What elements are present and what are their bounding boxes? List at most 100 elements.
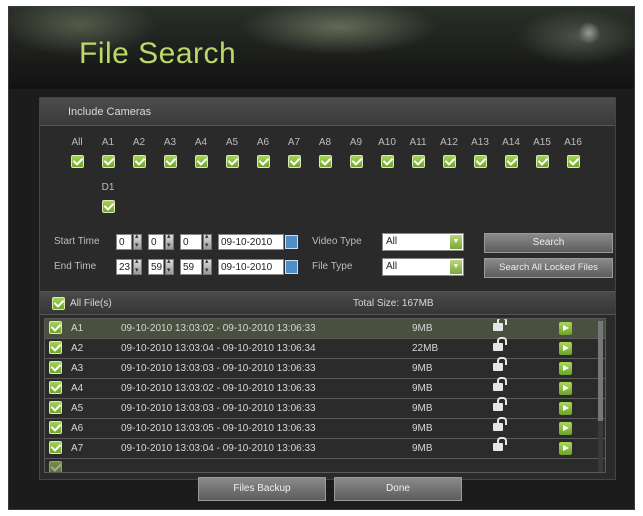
checkbox-icon[interactable] bbox=[49, 401, 62, 414]
checkbox-icon[interactable] bbox=[49, 361, 62, 374]
camera-a5[interactable]: A5 bbox=[217, 136, 247, 171]
camera-a15[interactable]: A15 bbox=[527, 136, 557, 171]
start-second-field[interactable]: 0 bbox=[180, 234, 202, 250]
camera-a1[interactable]: A1 bbox=[93, 136, 123, 171]
camera-a12[interactable]: A12 bbox=[434, 136, 464, 171]
play-icon[interactable] bbox=[559, 322, 572, 335]
checkbox-icon[interactable] bbox=[256, 155, 270, 168]
checkbox-icon[interactable] bbox=[318, 155, 332, 168]
row-checkbox[interactable] bbox=[49, 441, 62, 457]
unlock-icon[interactable] bbox=[493, 377, 507, 391]
camera-label: A14 bbox=[502, 137, 520, 148]
camera-a14[interactable]: A14 bbox=[496, 136, 526, 171]
checkbox-icon[interactable] bbox=[49, 421, 62, 434]
camera-a2[interactable]: A2 bbox=[124, 136, 154, 171]
checkbox-icon[interactable] bbox=[442, 155, 456, 168]
camera-label: A11 bbox=[409, 137, 427, 148]
unlock-icon[interactable] bbox=[493, 397, 507, 411]
play-icon[interactable] bbox=[559, 422, 572, 435]
unlock-icon[interactable] bbox=[493, 337, 507, 351]
done-button[interactable]: Done bbox=[334, 477, 462, 501]
row-checkbox[interactable] bbox=[49, 341, 62, 357]
checkbox-icon[interactable] bbox=[49, 321, 62, 334]
unlock-icon[interactable] bbox=[493, 319, 507, 331]
table-row[interactable]: A2 09-10-2010 13:03:04 - 09-10-2010 13:0… bbox=[45, 337, 605, 359]
calendar-icon[interactable] bbox=[285, 260, 298, 274]
checkbox-icon[interactable] bbox=[194, 155, 208, 168]
checkbox-icon[interactable] bbox=[70, 155, 84, 168]
checkbox-icon[interactable] bbox=[473, 155, 487, 168]
camera-a13[interactable]: A13 bbox=[465, 136, 495, 171]
end-date-field[interactable]: 09-10-2010 bbox=[218, 259, 284, 275]
end-minute-stepper[interactable] bbox=[165, 257, 174, 275]
table-row[interactable]: A5 09-10-2010 13:03:03 - 09-10-2010 13:0… bbox=[45, 397, 605, 419]
search-button[interactable]: Search bbox=[484, 233, 613, 253]
play-icon[interactable] bbox=[559, 442, 572, 455]
scrollbar-thumb[interactable] bbox=[598, 321, 603, 421]
play-icon[interactable] bbox=[559, 382, 572, 395]
unlock-icon[interactable] bbox=[493, 417, 507, 431]
checkbox-icon[interactable] bbox=[101, 200, 115, 213]
row-checkbox[interactable] bbox=[49, 421, 62, 437]
unlock-icon[interactable] bbox=[493, 437, 507, 451]
start-hour-stepper[interactable] bbox=[133, 232, 142, 250]
file-type-select[interactable]: All ▼ bbox=[382, 258, 464, 276]
table-row[interactable]: A1 09-10-2010 13:03:02 - 09-10-2010 13:0… bbox=[45, 319, 605, 339]
search-locked-files-button[interactable]: Search All Locked Files bbox=[484, 258, 613, 278]
checkbox-icon[interactable] bbox=[225, 155, 239, 168]
files-backup-button[interactable]: Files Backup bbox=[198, 477, 326, 501]
checkbox-icon[interactable] bbox=[411, 155, 425, 168]
checkbox-icon[interactable] bbox=[101, 155, 115, 168]
table-row[interactable]: A4 09-10-2010 13:03:02 - 09-10-2010 13:0… bbox=[45, 377, 605, 399]
start-hour-field[interactable]: 0 bbox=[116, 234, 132, 250]
play-icon[interactable] bbox=[559, 402, 572, 415]
checkbox-icon[interactable] bbox=[132, 155, 146, 168]
camera-a16[interactable]: A16 bbox=[558, 136, 588, 171]
checkbox-icon[interactable] bbox=[504, 155, 518, 168]
row-checkbox[interactable] bbox=[49, 381, 62, 397]
unlock-icon[interactable] bbox=[493, 357, 507, 371]
checkbox-icon[interactable] bbox=[566, 155, 580, 168]
start-date-field[interactable]: 09-10-2010 bbox=[218, 234, 284, 250]
checkbox-icon[interactable] bbox=[380, 155, 394, 168]
row-checkbox[interactable] bbox=[49, 321, 62, 337]
start-minute-stepper[interactable] bbox=[165, 232, 174, 250]
checkbox-icon[interactable] bbox=[163, 155, 177, 168]
checkbox-icon[interactable] bbox=[287, 155, 301, 168]
camera-a3[interactable]: A3 bbox=[155, 136, 185, 171]
play-icon[interactable] bbox=[559, 342, 572, 355]
camera-a11[interactable]: A11 bbox=[403, 136, 433, 171]
checkbox-icon[interactable] bbox=[49, 381, 62, 394]
checkbox-icon[interactable] bbox=[349, 155, 363, 168]
end-second-stepper[interactable] bbox=[203, 257, 212, 275]
checkbox-icon[interactable] bbox=[535, 155, 549, 168]
scrollbar[interactable] bbox=[598, 321, 603, 472]
camera-a4[interactable]: A4 bbox=[186, 136, 216, 171]
video-type-select[interactable]: All ▼ bbox=[382, 233, 464, 251]
end-hour-field[interactable]: 23 bbox=[116, 259, 132, 275]
table-row[interactable]: A3 09-10-2010 13:03:03 - 09-10-2010 13:0… bbox=[45, 357, 605, 379]
calendar-icon[interactable] bbox=[285, 235, 298, 249]
end-hour-stepper[interactable] bbox=[133, 257, 142, 275]
start-minute-field[interactable]: 0 bbox=[148, 234, 164, 250]
end-second-field[interactable]: 59 bbox=[180, 259, 202, 275]
camera-a8[interactable]: A8 bbox=[310, 136, 340, 171]
camera-a9[interactable]: A9 bbox=[341, 136, 371, 171]
camera-d1[interactable]: D1 bbox=[93, 181, 123, 216]
select-all-checkbox[interactable] bbox=[52, 297, 65, 310]
checkbox-icon[interactable] bbox=[49, 441, 62, 454]
camera-all[interactable]: All bbox=[62, 136, 92, 171]
row-checkbox[interactable] bbox=[49, 361, 62, 377]
table-row[interactable]: A7 09-10-2010 13:03:04 - 09-10-2010 13:0… bbox=[45, 437, 605, 459]
camera-a7[interactable]: A7 bbox=[279, 136, 309, 171]
start-second-stepper[interactable] bbox=[203, 232, 212, 250]
row-checkbox[interactable] bbox=[49, 401, 62, 417]
camera-label: A8 bbox=[318, 137, 332, 148]
checkbox-icon[interactable] bbox=[49, 341, 62, 354]
camera-a10[interactable]: A10 bbox=[372, 136, 402, 171]
camera-a6[interactable]: A6 bbox=[248, 136, 278, 171]
end-minute-field[interactable]: 59 bbox=[148, 259, 164, 275]
row-time-range: 09-10-2010 13:03:02 - 09-10-2010 13:06:3… bbox=[121, 383, 316, 394]
table-row[interactable]: A6 09-10-2010 13:03:05 - 09-10-2010 13:0… bbox=[45, 417, 605, 439]
play-icon[interactable] bbox=[559, 362, 572, 375]
